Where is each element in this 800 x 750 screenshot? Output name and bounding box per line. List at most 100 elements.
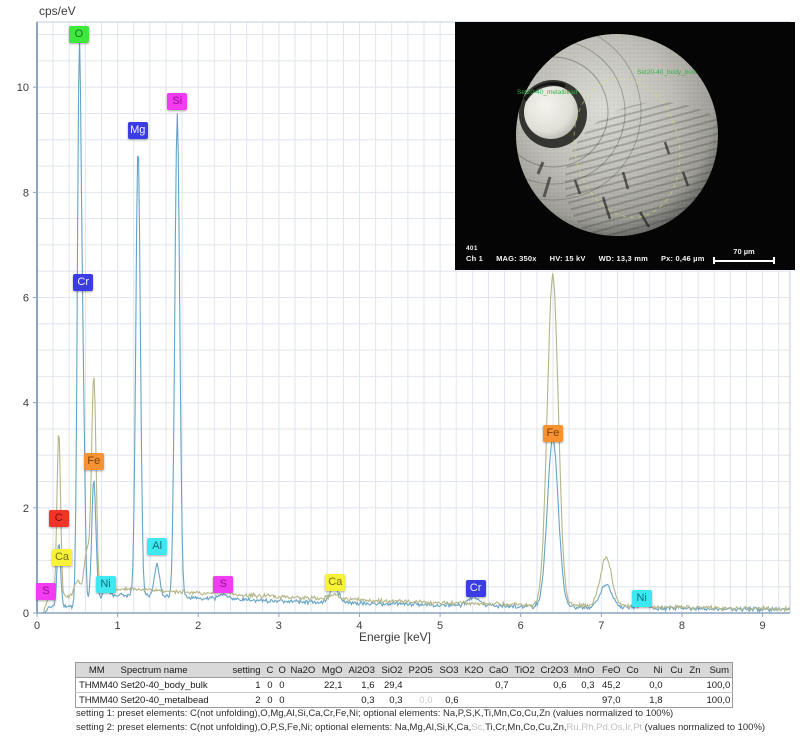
column-header-K2O: K2O (462, 663, 486, 678)
eds-report-page: cps/eV 01234567890246810 SCCaOCrFeNiMgAl… (0, 0, 800, 750)
element-marker-Ni: Ni (96, 576, 116, 593)
sem-info-field: Px: 0,46 µm (661, 254, 705, 263)
sem-info-field: MAG: 350x (496, 254, 537, 263)
table-cell (666, 678, 686, 693)
element-marker-Fe: Fe (543, 425, 563, 442)
table-cell (624, 693, 642, 708)
sem-frame-number: 401 (466, 245, 478, 252)
table-cell (624, 678, 642, 693)
table-cell (538, 693, 570, 708)
column-header-MnO: MnO (570, 663, 598, 678)
element-marker-Mg: Mg (128, 122, 148, 139)
column-header-O: O (276, 663, 288, 678)
table-cell (462, 678, 486, 693)
table-cell (462, 693, 486, 708)
element-marker-Ca: Ca (52, 549, 72, 566)
column-header-CaO: CaO (486, 663, 512, 678)
sem-info-field: WD: 13,3 mm (599, 254, 648, 263)
table-cell (288, 693, 316, 708)
sem-annotation-body-bulk: Set20-40_body_bulk (637, 69, 697, 76)
column-header-Al2O3: Al2O3 (346, 663, 378, 678)
table-cell: 1,6 (346, 678, 378, 693)
element-marker-Ca: Ca (325, 574, 345, 591)
table-cell: 0 (276, 693, 288, 708)
footnotes: setting 1: preset elements: C(not unfold… (76, 707, 765, 735)
table-cell: 29,4 (378, 678, 406, 693)
table-cell: Set20-40_body_bulk (118, 678, 230, 693)
table-cell (570, 693, 598, 708)
y-tick-label: 2 (23, 503, 29, 515)
element-marker-O: O (69, 26, 89, 43)
table-cell (512, 678, 538, 693)
x-axis-title: Energie [keV] (0, 630, 790, 644)
table-cell: 97,0 (598, 693, 624, 708)
sem-scale-bar: 70 µm (713, 247, 775, 264)
footnote-setting-2: setting 2: preset elements: C(not unfold… (76, 721, 765, 735)
sem-info-fields: Ch 1 MAG: 350x HV: 15 kV WD: 13,3 mm Px: 0,4… (466, 254, 705, 263)
element-marker-S: S (213, 576, 233, 593)
table-cell: 0 (264, 678, 276, 693)
column-header-Ni: Ni (642, 663, 666, 678)
footnote-muted-segment: Sc, (471, 722, 485, 733)
column-header-Cu: Cu (666, 663, 686, 678)
table-cell (666, 693, 686, 708)
table-cell: 100,0 (704, 678, 733, 693)
table-cell: 0 (264, 693, 276, 708)
column-header-TiO2: TiO2 (512, 663, 538, 678)
table-cell: 0,3 (570, 678, 598, 693)
table-cell: 22,1 (316, 678, 346, 693)
y-tick-label: 0 (23, 608, 29, 620)
table-cell (436, 678, 462, 693)
sem-info-field: Ch 1 (466, 254, 483, 263)
results-table-section: MMSpectrum namesettingCONa2OMgOAl2O3SiO2… (75, 662, 733, 708)
table-cell: THMM405 (76, 678, 118, 693)
table-cell: 0,3 (378, 693, 406, 708)
table-cell: 1,8 (642, 693, 666, 708)
column-header-MM: MM (76, 663, 118, 678)
sem-status-bar: 401 Ch 1 MAG: 350x HV: 15 kV WD: 13,3 mm Px:… (455, 244, 795, 270)
footnote-setting-1: setting 1: preset elements: C(not unfold… (76, 707, 765, 721)
table-cell (486, 693, 512, 708)
column-header-SiO2: SiO2 (378, 663, 406, 678)
column-header-C: C (264, 663, 276, 678)
sem-micrograph: Set20-40_metalbead Set20-40_body_bulk (455, 22, 795, 244)
table-cell: Set20-40_metalbead (118, 693, 230, 708)
element-marker-Ni: Ni (632, 590, 652, 607)
element-marker-Al: Al (147, 538, 167, 555)
quantification-table: MMSpectrum namesettingCONa2OMgOAl2O3SiO2… (75, 662, 733, 708)
column-header-setting: setting (230, 663, 264, 678)
table-cell: 0,0 (642, 678, 666, 693)
table-cell (316, 693, 346, 708)
table-cell (512, 693, 538, 708)
sem-scale-bar-line (713, 257, 775, 264)
column-header-MgO: MgO (316, 663, 346, 678)
table-cell: 0 (276, 678, 288, 693)
sem-image-inset: Set20-40_metalbead Set20-40_body_bulk 40… (455, 22, 795, 270)
column-header-P2O5: P2O5 (406, 663, 436, 678)
column-header-Sum: Sum (704, 663, 733, 678)
column-header-Spectrum name: Spectrum name (118, 663, 230, 678)
table-row: THMM405Set20-40_body_bulk10022,11,629,40… (76, 678, 733, 693)
y-tick-label: 4 (23, 398, 29, 410)
element-marker-Si: Si (167, 93, 187, 110)
element-marker-Cr: Cr (466, 580, 486, 597)
y-tick-label: 10 (17, 82, 29, 94)
sem-info-field: HV: 15 kV (550, 254, 586, 263)
table-row: THMM405Set20-40_metalbead2000,30,30,00,6… (76, 693, 733, 708)
table-cell (406, 678, 436, 693)
y-axis-title: cps/eV (39, 4, 76, 18)
table-cell: 45,2 (598, 678, 624, 693)
table-cell (288, 678, 316, 693)
table-cell: 0,7 (486, 678, 512, 693)
table-cell: 2 (230, 693, 264, 708)
element-marker-Fe: Fe (84, 453, 104, 470)
element-marker-C: C (49, 510, 69, 527)
table-cell: 0,6 (538, 678, 570, 693)
element-marker-Cr: Cr (73, 274, 93, 291)
sem-annotation-metalbead: Set20-40_metalbead (517, 89, 578, 96)
column-header-SO3: SO3 (436, 663, 462, 678)
footnote-muted-segment: Ru,Rh,Pd,Os,Ir,Pt (567, 722, 643, 733)
y-tick-label: 8 (23, 187, 29, 199)
table-cell: 0,0 (406, 693, 436, 708)
table-cell (686, 678, 704, 693)
